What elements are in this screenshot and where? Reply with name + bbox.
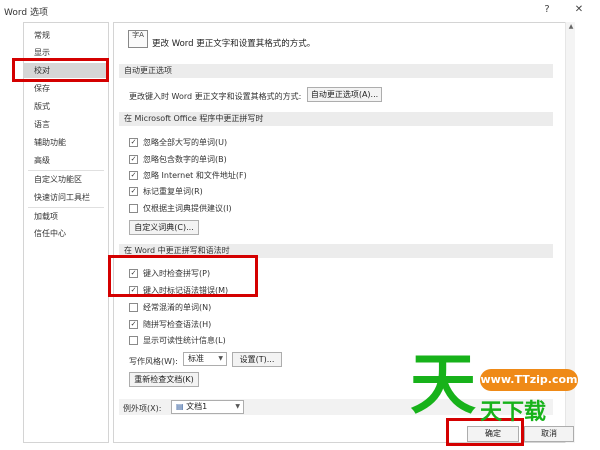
- autocorrect-label: 更改键入时 Word 更正文字和设置其格式的方式:: [129, 92, 302, 101]
- title-bar: Word 选项 ? ✕: [0, 0, 600, 20]
- recheck-document-button[interactable]: 重新检查文档(K): [129, 372, 199, 387]
- exceptions-label: 例外项(X):: [123, 404, 162, 413]
- sidebar-item-addins[interactable]: 加载项: [24, 209, 108, 224]
- checkbox-checked-icon[interactable]: ✓: [129, 171, 138, 180]
- highlight-proofing: [12, 58, 109, 82]
- grammar-settings-button[interactable]: 设置(T)...: [232, 352, 282, 367]
- sidebar: 常规 显示 校对 保存 版式 语言 辅助功能 高级 自定义功能区 快速访问工具栏…: [23, 22, 109, 443]
- checkbox-checked-icon[interactable]: ✓: [129, 138, 138, 147]
- sidebar-item-layout[interactable]: 版式: [24, 99, 108, 114]
- cancel-button[interactable]: 取消: [524, 426, 574, 442]
- highlight-spelling-options: [108, 255, 258, 297]
- sidebar-item-trust-center[interactable]: 信任中心: [24, 226, 108, 241]
- writing-style-label: 写作风格(W):: [129, 357, 178, 366]
- checkbox-unchecked-icon[interactable]: [129, 303, 138, 312]
- proofing-abc-icon: 字A: [128, 30, 148, 48]
- window-title: Word 选项: [4, 8, 48, 18]
- sidebar-item-quick-access[interactable]: 快速访问工具栏: [24, 190, 108, 205]
- checkbox-unchecked-icon[interactable]: [129, 336, 138, 345]
- autocorrect-options-button[interactable]: 自动更正选项(A)...: [307, 87, 382, 102]
- checkbox-checked-icon[interactable]: ✓: [129, 155, 138, 164]
- sidebar-item-save[interactable]: 保存: [24, 81, 108, 96]
- sidebar-divider: [28, 170, 104, 171]
- help-icon[interactable]: ?: [538, 2, 556, 18]
- watermark-url-badge: www.TTzip.com: [480, 369, 578, 391]
- watermark-logo-text: 天下载: [480, 400, 547, 425]
- section-office-spelling: 在 Microsoft Office 程序中更正拼写时: [119, 112, 553, 126]
- section-autocorrect: 自动更正选项: [119, 64, 553, 78]
- document-icon: ▤: [176, 402, 187, 411]
- sidebar-item-language[interactable]: 语言: [24, 117, 108, 132]
- sidebar-divider: [28, 207, 104, 208]
- chevron-down-icon: ▼: [218, 355, 223, 362]
- checkbox-checked-icon[interactable]: ✓: [129, 187, 138, 196]
- checkbox-unchecked-icon[interactable]: [129, 204, 138, 213]
- sidebar-item-advanced[interactable]: 高级: [24, 153, 108, 168]
- close-icon[interactable]: ✕: [570, 2, 588, 18]
- checkbox-checked-icon[interactable]: ✓: [129, 320, 138, 329]
- scroll-up-icon[interactable]: ▲: [566, 22, 576, 32]
- sidebar-item-general[interactable]: 常规: [24, 28, 108, 43]
- writing-style-select[interactable]: 标准 ▼: [183, 352, 227, 366]
- sidebar-item-customize-ribbon[interactable]: 自定义功能区: [24, 172, 108, 187]
- exceptions-document-select[interactable]: ▤ 文档1 ▼: [171, 400, 244, 414]
- watermark-logo-big: 天: [410, 346, 476, 423]
- custom-dictionaries-button[interactable]: 自定义词典(C)...: [129, 220, 199, 235]
- sidebar-item-accessibility[interactable]: 辅助功能: [24, 135, 108, 150]
- chevron-down-icon: ▼: [235, 403, 240, 410]
- page-description: 更改 Word 更正文字和设置其格式的方式。: [152, 39, 316, 49]
